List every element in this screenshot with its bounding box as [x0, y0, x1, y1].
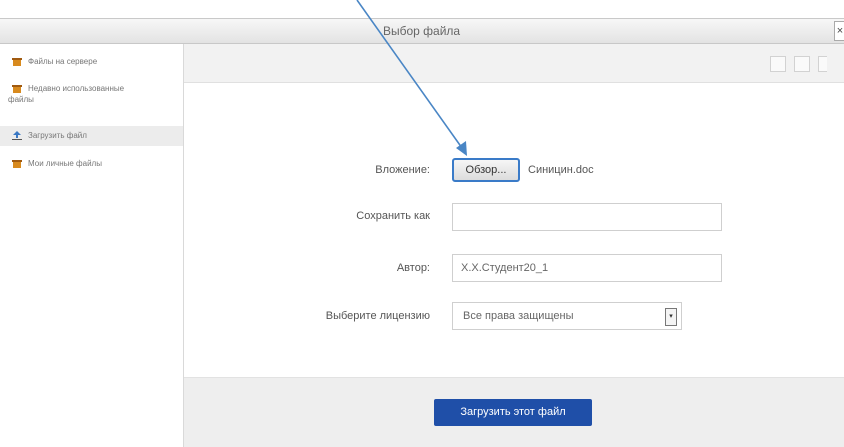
annotation-arrow — [356, 0, 467, 156]
arrow-shaft — [356, 0, 463, 149]
